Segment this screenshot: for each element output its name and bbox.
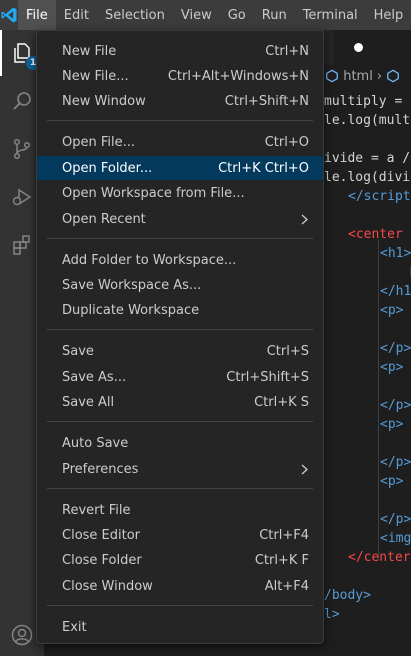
- code-line: le.log(multi: [324, 113, 411, 128]
- menu-item-open-workspace[interactable]: Open Workspace from File...: [37, 181, 323, 205]
- menu-item-preferences[interactable]: Preferences: [37, 457, 323, 481]
- tab-active-file[interactable]: [334, 30, 411, 65]
- breadcrumb-item-html[interactable]: html: [343, 69, 373, 84]
- menu-item-add-folder[interactable]: Add Folder to Workspace...: [37, 248, 323, 272]
- menu-separator: [47, 120, 313, 121]
- menu-item-revert-file[interactable]: Revert File: [37, 498, 323, 522]
- menu-separator: [47, 421, 313, 422]
- code-line: </p>: [380, 512, 411, 527]
- code-line: /body>: [324, 588, 371, 603]
- menu-help[interactable]: Help: [366, 0, 411, 30]
- menu-item-close-editor[interactable]: Close Editor Ctrl+F4: [37, 523, 323, 547]
- menu-item-new-file[interactable]: New File Ctrl+N: [37, 39, 323, 63]
- code-line: </center: [348, 550, 411, 565]
- code-line: </p>: [380, 341, 411, 356]
- menu-item-close-window[interactable]: Close Window Alt+F4: [37, 574, 323, 598]
- menu-run[interactable]: Run: [254, 0, 295, 30]
- menu-item-save-all[interactable]: Save All Ctrl+K S: [37, 390, 323, 414]
- menu-view[interactable]: View: [173, 0, 220, 30]
- menu-separator: [47, 488, 313, 489]
- code-line: <p>: [380, 417, 404, 432]
- menu-item-new-window[interactable]: New Window Ctrl+Shift+N: [37, 89, 323, 113]
- menu-item-open-recent[interactable]: Open Recent: [37, 207, 323, 231]
- menu-item-open-folder[interactable]: Open Folder... Ctrl+K Ctrl+O: [37, 156, 323, 180]
- menu-item-save-as[interactable]: Save As... Ctrl+Shift+S: [37, 365, 323, 389]
- chevron-right-icon: ›: [376, 68, 383, 84]
- menu-item-exit[interactable]: Exit: [37, 615, 323, 639]
- menu-go[interactable]: Go: [220, 0, 254, 30]
- code-line: </p>: [380, 455, 411, 470]
- code-line: le.log(divid: [324, 170, 411, 185]
- menu-item-save-workspace-as[interactable]: Save Workspace As...: [37, 273, 323, 297]
- code-line: <p>: [380, 474, 404, 489]
- menu-file[interactable]: File: [18, 0, 56, 30]
- menu-item-new-file-dialog[interactable]: New File... Ctrl+Alt+Windows+N: [37, 64, 323, 88]
- menu-item-close-folder[interactable]: Close Folder Ctrl+K F: [37, 548, 323, 572]
- menu-separator: [47, 605, 313, 606]
- code-line: multiply = a: [324, 94, 411, 109]
- code-line: </script: [348, 189, 411, 204]
- code-line: <p>: [380, 303, 404, 318]
- vscode-logo-icon: [0, 0, 18, 30]
- menu-item-open-file[interactable]: Open File... Ctrl+O: [37, 130, 323, 154]
- chevron-right-icon: [301, 213, 309, 225]
- menu-item-duplicate-workspace[interactable]: Duplicate Workspace: [37, 298, 323, 322]
- code-line: <center: [348, 227, 403, 242]
- chevron-right-icon: [301, 463, 309, 475]
- breadcrumb: › html ›: [310, 65, 411, 87]
- symbol-element-icon: [387, 69, 399, 83]
- code-line: </p>: [380, 398, 411, 413]
- code-line: ivide = a /: [324, 151, 411, 166]
- code-line: <h1>: [380, 246, 411, 261]
- code-line: <img: [380, 531, 411, 546]
- menu-item-save[interactable]: Save Ctrl+S: [37, 339, 323, 363]
- code-line: </h1: [380, 284, 411, 299]
- menu-separator: [47, 329, 313, 330]
- menu-item-auto-save[interactable]: Auto Save: [37, 431, 323, 455]
- symbol-element-icon: [326, 69, 339, 83]
- menu-separator: [47, 238, 313, 239]
- menu-selection[interactable]: Selection: [97, 0, 173, 30]
- menu-bar: File Edit Selection View Go Run Terminal…: [0, 0, 411, 30]
- unsaved-dot-icon: [354, 43, 363, 52]
- code-line: l>: [324, 607, 340, 622]
- code-line: <p>: [380, 360, 404, 375]
- menu-edit[interactable]: Edit: [56, 0, 97, 30]
- menu-terminal[interactable]: Terminal: [295, 0, 366, 30]
- file-menu-dropdown: New File Ctrl+N New File... Ctrl+Alt+Win…: [36, 30, 324, 644]
